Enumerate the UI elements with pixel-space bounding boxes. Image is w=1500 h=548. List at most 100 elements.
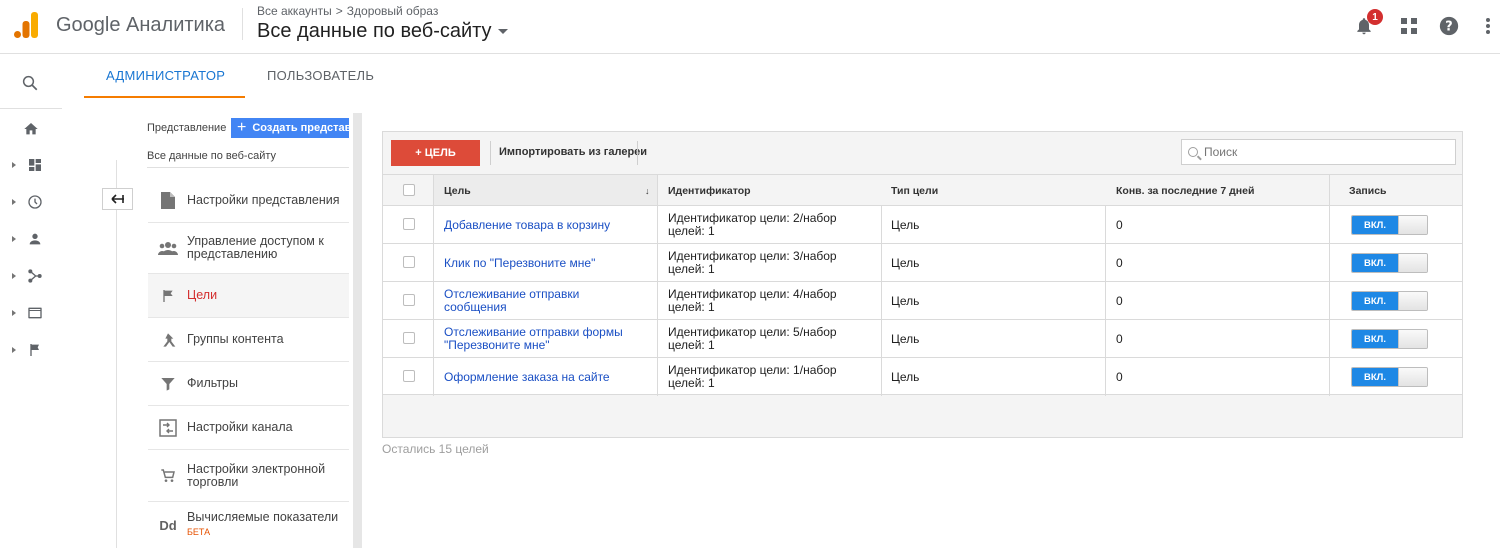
goal-conversions: 0 (1116, 218, 1123, 232)
record-toggle[interactable]: ВКЛ. (1351, 215, 1428, 235)
goal-conversions: 0 (1116, 370, 1123, 384)
goal-id: Идентификатор цели: 2/набор целей: 1 (668, 212, 837, 237)
goal-name-link[interactable]: Добавление товара в корзину (444, 219, 610, 232)
row-checkbox[interactable] (403, 370, 415, 382)
row-checkbox[interactable] (403, 218, 415, 230)
record-toggle[interactable]: ВКЛ. (1351, 253, 1428, 273)
nav-behavior[interactable] (0, 298, 62, 328)
select-all-checkbox[interactable] (403, 184, 415, 196)
toggle-knob (1398, 216, 1427, 234)
nav-divider (0, 108, 62, 109)
nav-home[interactable] (0, 114, 62, 144)
current-view-name[interactable]: Все данные по веб-сайту (147, 150, 349, 168)
sort-down-icon[interactable]: ↓ (645, 186, 650, 196)
nav-customization[interactable] (0, 150, 62, 180)
header-divider (242, 8, 243, 40)
goal-name-link[interactable]: Клик по "Перезвоните мне" (444, 257, 595, 270)
analytics-logo-icon[interactable] (12, 10, 42, 40)
row-checkbox[interactable] (403, 332, 415, 344)
goal-id-line2: целей: 1 (668, 375, 715, 390)
view-selector[interactable]: Все данные по веб-сайту (257, 20, 508, 43)
cell-divider (1105, 206, 1106, 244)
nav-acquisition[interactable] (0, 261, 62, 291)
document-icon (158, 191, 178, 211)
column-header-record[interactable]: Запись (1349, 185, 1387, 197)
breadcrumb-separator: > (335, 4, 343, 18)
breadcrumb-account[interactable]: Все аккаунты (257, 4, 332, 18)
active-tab-indicator (84, 96, 245, 98)
cell-divider (1329, 358, 1330, 396)
acquisition-icon (26, 267, 44, 285)
collapse-panel-button[interactable] (102, 188, 133, 210)
search-placeholder: Поиск (1204, 145, 1238, 159)
header-divider (1329, 175, 1330, 206)
expand-arrow-icon (12, 199, 16, 205)
table-header: Цель ↓ Идентификатор Тип цели Конв. за п… (383, 174, 1462, 206)
menu-label: Настройки канала (187, 420, 293, 434)
help-icon[interactable]: ? (1437, 14, 1461, 38)
table-row: Добавление товара в корзину Идентификато… (383, 205, 1462, 244)
menu-label: Настройки электронной торговли (187, 461, 326, 489)
menu-goals[interactable]: Цели (148, 274, 349, 318)
nav-audience[interactable] (0, 224, 62, 254)
expand-arrow-icon (12, 236, 16, 242)
nav-conversions[interactable] (0, 335, 62, 365)
menu-content-groups[interactable]: Группы контента (148, 318, 349, 362)
create-view-label: Создать представл (252, 122, 349, 134)
breadcrumb-property[interactable]: Здоровый образ (347, 4, 439, 18)
tab-user[interactable]: ПОЛЬЗОВАТЕЛЬ (267, 68, 374, 83)
caret-down-icon (497, 29, 508, 35)
menu-ecommerce-settings[interactable]: Настройки электронной торговли (148, 450, 349, 502)
column-header-type[interactable]: Тип цели (891, 185, 938, 197)
panel-scrollbar[interactable] (353, 113, 362, 548)
top-bar: Google Аналитика Все аккаунты > Здоровый о… (0, 0, 1500, 54)
record-toggle[interactable]: ВКЛ. (1351, 291, 1428, 311)
column-header-conversions[interactable]: Конв. за последние 7 дней (1116, 185, 1254, 197)
goal-name-link[interactable]: Оформление заказа на сайте (444, 371, 610, 384)
expand-arrow-icon (12, 273, 16, 279)
table-row: Отслеживание отправки формы "Перезвоните … (383, 319, 1462, 358)
import-gallery-button[interactable]: Импортировать из галереи (499, 146, 647, 158)
back-arrow-icon (110, 194, 124, 204)
toolbar-divider (490, 141, 491, 165)
more-vert-icon[interactable] (1476, 14, 1500, 38)
row-checkbox[interactable] (403, 294, 415, 306)
goal-id-line2: целей: 1 (668, 337, 715, 352)
dd-icon: Dd (159, 517, 177, 533)
goal-name-link[interactable]: Отслеживание отправки сообщения (444, 288, 579, 313)
column-header-goal[interactable]: Цель (444, 185, 471, 197)
menu-label: Настройки представления (187, 193, 340, 207)
cell-divider (1329, 244, 1330, 282)
row-checkbox[interactable] (403, 256, 415, 268)
tab-admin[interactable]: АДМИНИСТРАТОР (106, 68, 225, 83)
toggle-knob (1398, 330, 1427, 348)
add-goal-button[interactable]: + ЦЕЛЬ (391, 140, 480, 166)
cell-divider (1105, 282, 1106, 320)
record-toggle[interactable]: ВКЛ. (1351, 367, 1428, 387)
expand-arrow-icon (12, 347, 16, 353)
menu-filters[interactable]: Фильтры (148, 362, 349, 406)
flag-icon (26, 341, 44, 359)
menu-label: Управление доступом к представлению (187, 234, 324, 261)
record-toggle[interactable]: ВКЛ. (1351, 329, 1428, 349)
goal-id-line2: целей: 1 (668, 299, 715, 314)
cell-divider (1329, 282, 1330, 320)
person-icon (26, 230, 44, 248)
channel-icon (158, 418, 178, 438)
goal-id: Идентификатор цели: 5/набор целей: 1 (668, 326, 837, 351)
apps-grid-icon[interactable] (1397, 14, 1421, 38)
goal-name-line2: "Перезвоните мне" (444, 337, 550, 352)
menu-channel-settings[interactable]: Настройки канала (148, 406, 349, 450)
menu-calculated-metrics[interactable]: Dd Вычисляемые показатели БЕТА (148, 502, 349, 548)
nav-search[interactable] (0, 68, 62, 98)
create-view-button[interactable]: + Создать представл (231, 118, 349, 138)
menu-view-settings[interactable]: Настройки представления (148, 179, 349, 223)
cell-divider (433, 358, 434, 396)
column-header-id[interactable]: Идентификатор (668, 185, 751, 197)
cell-divider (1105, 320, 1106, 358)
nav-realtime[interactable] (0, 187, 62, 217)
goal-name-link[interactable]: Отслеживание отправки формы "Перезвоните … (444, 326, 623, 351)
menu-access-management[interactable]: Управление доступом к представлению (148, 223, 349, 274)
search-input[interactable]: Поиск (1181, 139, 1456, 165)
clock-icon (26, 193, 44, 211)
